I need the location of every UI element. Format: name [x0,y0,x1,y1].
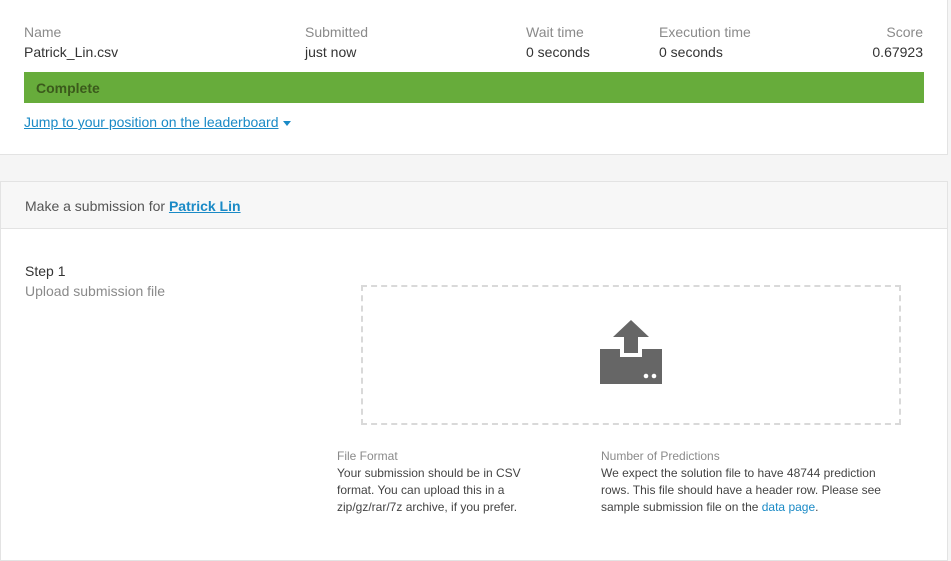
make-submission-prefix: Make a submission for [25,198,169,214]
name-header: Name [24,24,62,40]
wait-time-header: Wait time [526,24,584,40]
name-column: Name Patrick_Lin.csv [24,24,118,60]
step-subtitle: Upload submission file [25,283,166,299]
submission-result-card: Name Patrick_Lin.csv Submitted just now … [0,0,948,155]
predictions-title: Number of Predictions [601,449,720,463]
submitted-column: Submitted just now [305,24,368,60]
execution-time-header: Execution time [659,24,751,40]
competition-link[interactable]: Patrick Lin [169,198,241,214]
make-submission-header: Make a submission for Patrick Lin [1,182,947,229]
wait-time-column: Wait time 0 seconds [526,24,590,60]
score-value: 0.67923 [872,44,923,60]
predictions-end: . [815,500,819,514]
submitted-header: Submitted [305,24,369,40]
upload-dropzone[interactable] [361,285,901,425]
jump-link-label: Jump to your position on the leaderboard [24,114,279,130]
make-submission-card: Make a submission for Patrick Lin Step 1… [0,181,948,561]
caret-down-icon [282,120,291,126]
file-format-info: File Format Your submission should be in… [337,448,537,516]
data-page-link[interactable]: data page [762,500,815,514]
predictions-info: Number of Predictions We expect the solu… [601,448,901,516]
file-format-title: File Format [337,449,398,463]
execution-time-column: Execution time 0 seconds [659,24,751,60]
score-header: Score [886,24,923,40]
file-format-text: Your submission should be in CSV format.… [337,466,521,514]
jump-to-leaderboard-link[interactable]: Jump to your position on the leaderboard [24,114,291,130]
execution-time-value: 0 seconds [659,44,723,60]
submitted-value: just now [305,44,357,60]
status-bar: Complete [24,72,924,103]
make-submission-title: Make a submission for Patrick Lin [25,198,241,214]
predictions-text: We expect the solution file to have 4874… [601,465,901,516]
wait-time-value: 0 seconds [526,44,590,60]
predictions-body: We expect the solution file to have 4874… [601,466,881,514]
step-title: Step 1 [25,263,66,279]
status-label: Complete [36,80,100,96]
upload-icon [600,320,662,384]
score-column: Score 0.67923 [872,24,923,60]
file-name: Patrick_Lin.csv [24,44,119,60]
